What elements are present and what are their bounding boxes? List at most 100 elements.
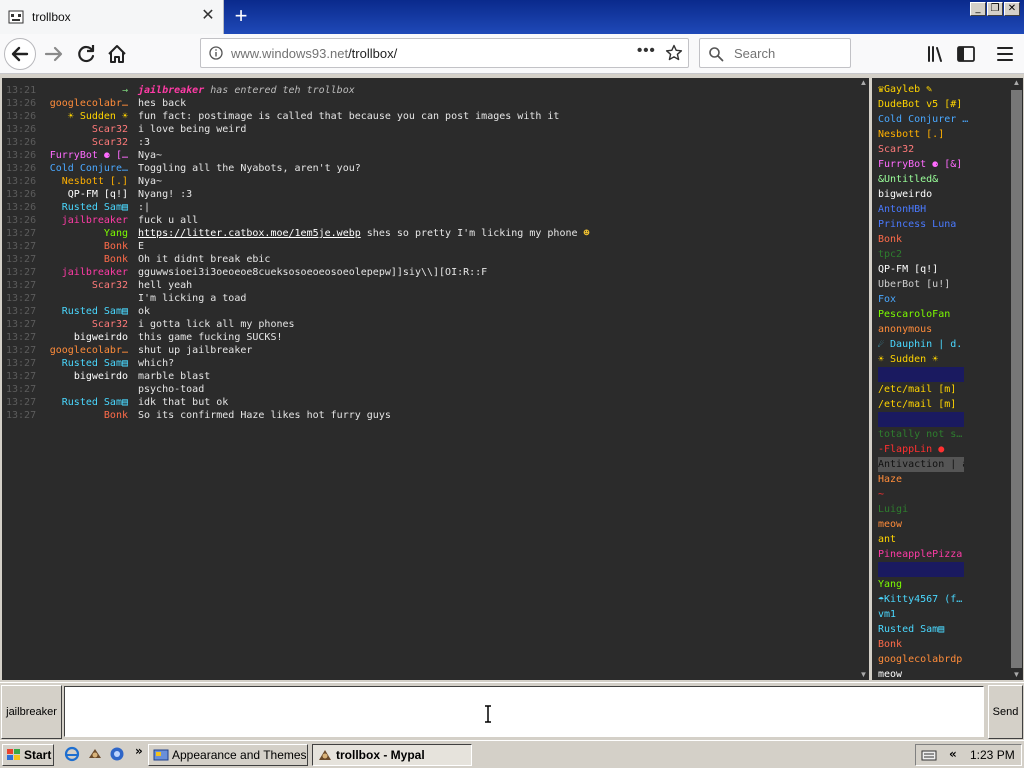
windows-media-icon[interactable] (109, 746, 125, 762)
online-user-item[interactable]: anonymous (878, 322, 1008, 337)
bookmark-star-icon[interactable] (665, 44, 683, 62)
online-user-item[interactable]: vm1 (878, 607, 1008, 622)
message-input[interactable] (64, 686, 984, 737)
mypal-browser-icon[interactable] (87, 746, 103, 762)
start-button[interactable]: Start (2, 744, 54, 766)
online-user-item[interactable]: bigweirdo (878, 187, 1008, 202)
new-tab-button[interactable]: + (232, 4, 250, 28)
online-user-item[interactable]: /etc/mail [m] (878, 397, 1008, 412)
message-nickname[interactable]: Scar32 (32, 279, 128, 292)
message-nickname[interactable]: bigweirdo (32, 370, 128, 383)
online-users-list[interactable]: ♛Gayleb ✎ DudeBot v5 [#] Cold Conjurer … Ne… (872, 78, 1010, 680)
message-nickname[interactable]: Bonk (32, 240, 128, 253)
online-user-item[interactable]: Antivaction | a… (878, 457, 964, 472)
online-user-item[interactable]: ☄ Dauphin | d. (878, 337, 1008, 352)
page-actions-menu-icon[interactable]: ••• (637, 42, 656, 59)
online-user-item[interactable]: meow (878, 667, 1008, 680)
online-user-item[interactable]: googlecolabrdp (878, 652, 1008, 667)
online-user-item[interactable]: Cold Conjurer … (878, 112, 1008, 127)
message-nickname[interactable]: Nesbott [.] (32, 175, 128, 188)
url-bar[interactable]: www.windows93.net/trollbox/ ••• (200, 38, 689, 68)
chat-log[interactable]: 13:21 → jailbreaker has entered teh trollb… (2, 78, 869, 680)
message-nickname[interactable]: Rusted Sam▤ (32, 357, 128, 370)
online-user-item[interactable]: -FlappLin ● (878, 442, 1008, 457)
users-scroll-down-arrow-icon[interactable]: ▼ (1010, 670, 1023, 680)
online-user-item[interactable]: Bonk (878, 637, 1008, 652)
online-user-item[interactable]: QP-FM [q!] (878, 262, 1008, 277)
online-user-item[interactable]: /etc/mail [m] (878, 382, 1008, 397)
message-nickname[interactable]: ☀ Sudden ☀ (32, 110, 128, 123)
online-user-item[interactable]: ant (878, 532, 1008, 547)
close-tab-icon[interactable]: ✕ (200, 7, 216, 25)
message-nickname[interactable]: Yang (32, 227, 128, 240)
message-nickname[interactable]: googlecolabr… (32, 97, 128, 110)
online-user-item[interactable]: PineapplePizza (878, 547, 1008, 562)
keyboard-icon[interactable] (921, 748, 937, 762)
online-user-item[interactable]: UberBot [u!] (878, 277, 1008, 292)
chat-scroll-down-arrow-icon[interactable]: ▼ (858, 670, 869, 680)
task-appearance-and-themes[interactable]: Appearance and Themes (148, 744, 308, 766)
online-user-item[interactable]: tpc2 (878, 247, 1008, 262)
system-event-nickname[interactable]: jailbreaker (138, 85, 204, 96)
quick-launch-overflow-icon[interactable]: » (135, 744, 143, 758)
window-minimize-button[interactable]: _ (970, 2, 986, 16)
message-nickname[interactable]: bigweirdo (32, 331, 128, 344)
online-user-item[interactable] (878, 412, 964, 427)
hamburger-menu-icon[interactable] (991, 40, 1019, 68)
online-user-item[interactable]: Rusted Sam▤ (878, 622, 1008, 637)
search-bar[interactable] (699, 38, 851, 68)
message-nickname[interactable]: FurryBot ⚈ [… (32, 149, 128, 162)
online-user-item[interactable] (878, 367, 964, 382)
online-user-item[interactable]: totally not s… (878, 427, 1008, 442)
sidebar-toggle-icon[interactable] (952, 40, 980, 68)
online-user-item[interactable]: AntonHBH (878, 202, 1008, 217)
site-info-icon[interactable] (209, 46, 223, 60)
message-nickname[interactable]: Rusted Sam▤ (32, 305, 128, 318)
message-nickname[interactable]: QP-FM [q!] (32, 188, 128, 201)
forward-arrow-icon[interactable] (40, 40, 68, 68)
message-nickname[interactable]: → (32, 84, 128, 97)
search-input[interactable] (732, 40, 846, 66)
online-user-item[interactable]: ☂Kitty4567 (f… (878, 592, 1008, 607)
online-user-item[interactable]: Yang (878, 577, 1008, 592)
send-button[interactable]: Send (988, 685, 1023, 739)
message-nickname[interactable]: Rusted Sam▤ (32, 396, 128, 409)
message-nickname[interactable]: jailbreaker (32, 266, 128, 279)
online-user-item[interactable]: Scar32 (878, 142, 1008, 157)
show-hidden-icons-chevron-icon[interactable]: « (949, 747, 957, 761)
online-user-item[interactable]: PescaroloFan (878, 307, 1008, 322)
message-nickname[interactable]: googlecolabr… (32, 344, 128, 357)
browser-tab-trollbox[interactable]: trollbox ✕ (0, 0, 224, 34)
message-nickname[interactable]: Scar32 (32, 136, 128, 149)
online-user-item[interactable] (878, 562, 964, 577)
task-trollbox-mypal[interactable]: trollbox - Mypal (312, 744, 472, 766)
window-close-button[interactable]: ✕ (1004, 2, 1020, 16)
chat-scrollbar[interactable]: ▲ ▼ (858, 78, 869, 680)
reload-icon[interactable] (72, 40, 100, 68)
online-user-item[interactable]: ♛Gayleb ✎ (878, 82, 1008, 97)
online-user-item[interactable]: Bonk (878, 232, 1008, 247)
internet-explorer-icon[interactable] (64, 746, 80, 762)
message-nickname[interactable]: Bonk (32, 253, 128, 266)
nickname-button[interactable]: jailbreaker (1, 685, 62, 739)
message-nickname[interactable]: jailbreaker (32, 214, 128, 227)
users-scroll-thumb[interactable] (1011, 90, 1022, 668)
online-user-item[interactable]: Nesbott [.] (878, 127, 1008, 142)
online-user-item[interactable]: FurryBot ⚈ [&] (878, 157, 1008, 172)
back-button[interactable] (4, 38, 36, 70)
message-nickname[interactable]: Rusted Sam▤ (32, 201, 128, 214)
online-user-item[interactable]: DudeBot v5 [#] (878, 97, 1008, 112)
online-user-item[interactable]: meow (878, 517, 1008, 532)
message-link[interactable]: https://litter.catbox.moe/1em5je.webp (138, 228, 361, 239)
online-user-item[interactable]: Princess Luna (878, 217, 1008, 232)
message-nickname[interactable]: Cold Conjure… (32, 162, 128, 175)
users-scroll-up-arrow-icon[interactable]: ▲ (1010, 78, 1023, 88)
taskbar-clock[interactable]: 1:23 PM (970, 748, 1015, 762)
message-nickname[interactable]: Scar32 (32, 123, 128, 136)
online-user-item[interactable]: ☀ Sudden ☀ (878, 352, 1008, 367)
online-user-item[interactable]: Luigi (878, 502, 1008, 517)
online-user-item[interactable]: &Untitled& (878, 172, 1008, 187)
window-restore-button[interactable]: ❐ (987, 2, 1003, 16)
chat-scroll-up-arrow-icon[interactable]: ▲ (858, 78, 869, 88)
message-nickname[interactable]: Scar32 (32, 318, 128, 331)
